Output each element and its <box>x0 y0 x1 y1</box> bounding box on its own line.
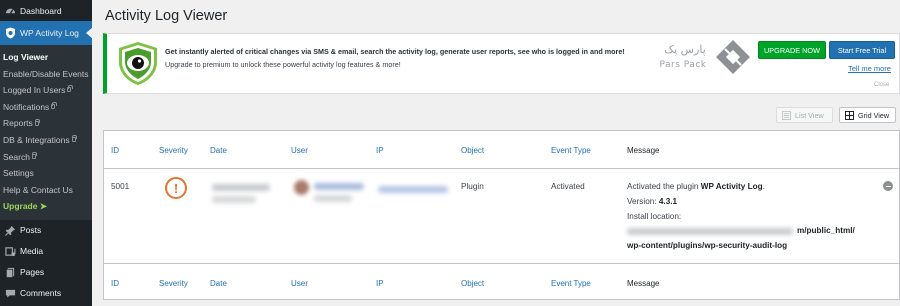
submenu-db-integrations[interactable]: DB & Integrations <box>0 132 92 149</box>
event-type: Activated <box>551 182 585 191</box>
sidebar-item-media[interactable]: Media <box>0 241 92 262</box>
col-event-type[interactable]: Event Type <box>551 146 591 155</box>
col-date[interactable]: Date <box>210 279 227 288</box>
comments-icon <box>4 287 16 299</box>
lock-icon <box>34 118 41 126</box>
date-redacted <box>212 184 270 191</box>
col-ip[interactable]: IP <box>376 279 384 288</box>
close-banner-link[interactable]: Close <box>874 82 889 88</box>
list-icon <box>782 110 791 120</box>
sidebar-item-comments[interactable]: Comments <box>0 283 92 304</box>
submenu-enable-disable-events[interactable]: Enable/Disable Events <box>0 66 92 83</box>
col-id[interactable]: ID <box>111 146 119 155</box>
submenu-reports[interactable]: Reports <box>0 115 92 132</box>
event-id: 5001 <box>111 182 130 191</box>
event-message: Activated the plugin WP Activity Log. Ve… <box>627 182 855 251</box>
lock-icon <box>51 102 57 110</box>
dashboard-icon <box>4 5 16 17</box>
col-user[interactable]: User <box>291 146 308 155</box>
user-avatar <box>294 180 309 195</box>
plugin-submenu: Log Viewer Enable/Disable Events Logged … <box>0 45 92 220</box>
col-object[interactable]: Object <box>461 146 484 155</box>
diamond-logo-icon <box>716 40 750 74</box>
lock-icon <box>71 135 78 143</box>
shield-icon <box>4 27 16 39</box>
submenu-settings[interactable]: Settings <box>0 165 92 182</box>
sidebar-item-label: Pages <box>20 267 45 278</box>
list-view-button[interactable]: List View <box>776 107 833 123</box>
user-role-redacted <box>314 195 352 202</box>
col-object[interactable]: Object <box>461 279 484 288</box>
submenu-upgrade[interactable]: Upgrade ➤ <box>0 198 92 215</box>
submenu-help-contact[interactable]: Help & Contact Us <box>0 182 92 199</box>
page-title: Activity Log Viewer <box>105 8 228 24</box>
banner-text: Get instantly alerted of critical change… <box>165 45 625 71</box>
lock-icon <box>67 85 73 93</box>
col-user[interactable]: User <box>291 279 308 288</box>
submenu-logged-in-users[interactable]: Logged In Users <box>0 82 92 99</box>
sidebar-item-dashboard[interactable]: Dashboard <box>0 0 92 21</box>
start-free-trial-button[interactable]: Start Free Trial <box>829 41 895 59</box>
grid-icon <box>845 110 854 120</box>
col-ip[interactable]: IP <box>376 146 384 155</box>
sidebar-item-label: Media <box>20 246 44 257</box>
event-object: Plugin <box>461 182 484 191</box>
table-header: ID Severity Date User IP Object Event Ty… <box>104 131 899 169</box>
lock-icon <box>31 151 38 159</box>
upgrade-now-button[interactable]: UPGRADE NOW <box>758 41 826 59</box>
media-icon <box>4 245 16 257</box>
pages-icon <box>4 266 16 278</box>
col-message: Message <box>627 146 660 155</box>
sidebar-item-pages[interactable]: Pages <box>0 262 92 283</box>
col-id[interactable]: ID <box>111 279 119 288</box>
sidebar-item-wp-activity-log[interactable]: WP Activity Log <box>0 21 93 45</box>
logo-text-fa: پارس پک <box>664 43 706 56</box>
time-redacted <box>212 196 256 203</box>
sidebar-item-label: Dashboard <box>20 5 62 16</box>
submenu-notifications[interactable]: Notifications <box>0 99 92 116</box>
path-redacted <box>627 228 793 236</box>
ip-redacted[interactable] <box>378 186 448 193</box>
admin-sidebar: Dashboard WP Activity Log Log Viewer Ena… <box>0 0 93 306</box>
wsal-shield-logo-icon <box>119 42 157 85</box>
submenu-search[interactable]: Search <box>0 149 92 166</box>
activity-log-table: ID Severity Date User IP Object Event Ty… <box>103 130 900 300</box>
warning-severity-icon: ! <box>165 177 187 199</box>
parspack-logo: پارس پک Pars Pack <box>660 40 750 74</box>
sidebar-item-label: Comments <box>20 288 62 299</box>
sidebar-item-posts[interactable]: Posts <box>0 220 92 241</box>
upgrade-notice-banner: Get instantly alerted of critical change… <box>103 33 900 94</box>
banner-headline: Get instantly alerted of critical change… <box>165 47 625 56</box>
col-date[interactable]: Date <box>210 146 227 155</box>
sidebar-item-label: Posts <box>20 225 42 236</box>
submenu-log-viewer[interactable]: Log Viewer <box>0 49 92 66</box>
col-severity[interactable]: Severity <box>159 146 188 155</box>
table-footer: ID Severity Date User IP Object Event Ty… <box>104 263 899 301</box>
pin-icon <box>4 224 16 236</box>
col-message: Message <box>627 279 660 288</box>
table-row: 5001 ! Plugin Activated Activated the pl… <box>104 170 899 262</box>
grid-view-button[interactable]: Grid View <box>839 107 896 123</box>
banner-subline: Upgrade to premium to unlock these power… <box>165 60 401 69</box>
collapse-details-icon[interactable] <box>883 181 893 191</box>
sidebar-item-label: WP Activity Log <box>20 28 79 38</box>
col-severity[interactable]: Severity <box>159 279 188 288</box>
tell-me-more-link[interactable]: Tell me more <box>848 64 891 73</box>
logo-text-en: Pars Pack <box>660 60 707 70</box>
col-event-type[interactable]: Event Type <box>551 279 591 288</box>
username-redacted[interactable] <box>314 183 364 190</box>
